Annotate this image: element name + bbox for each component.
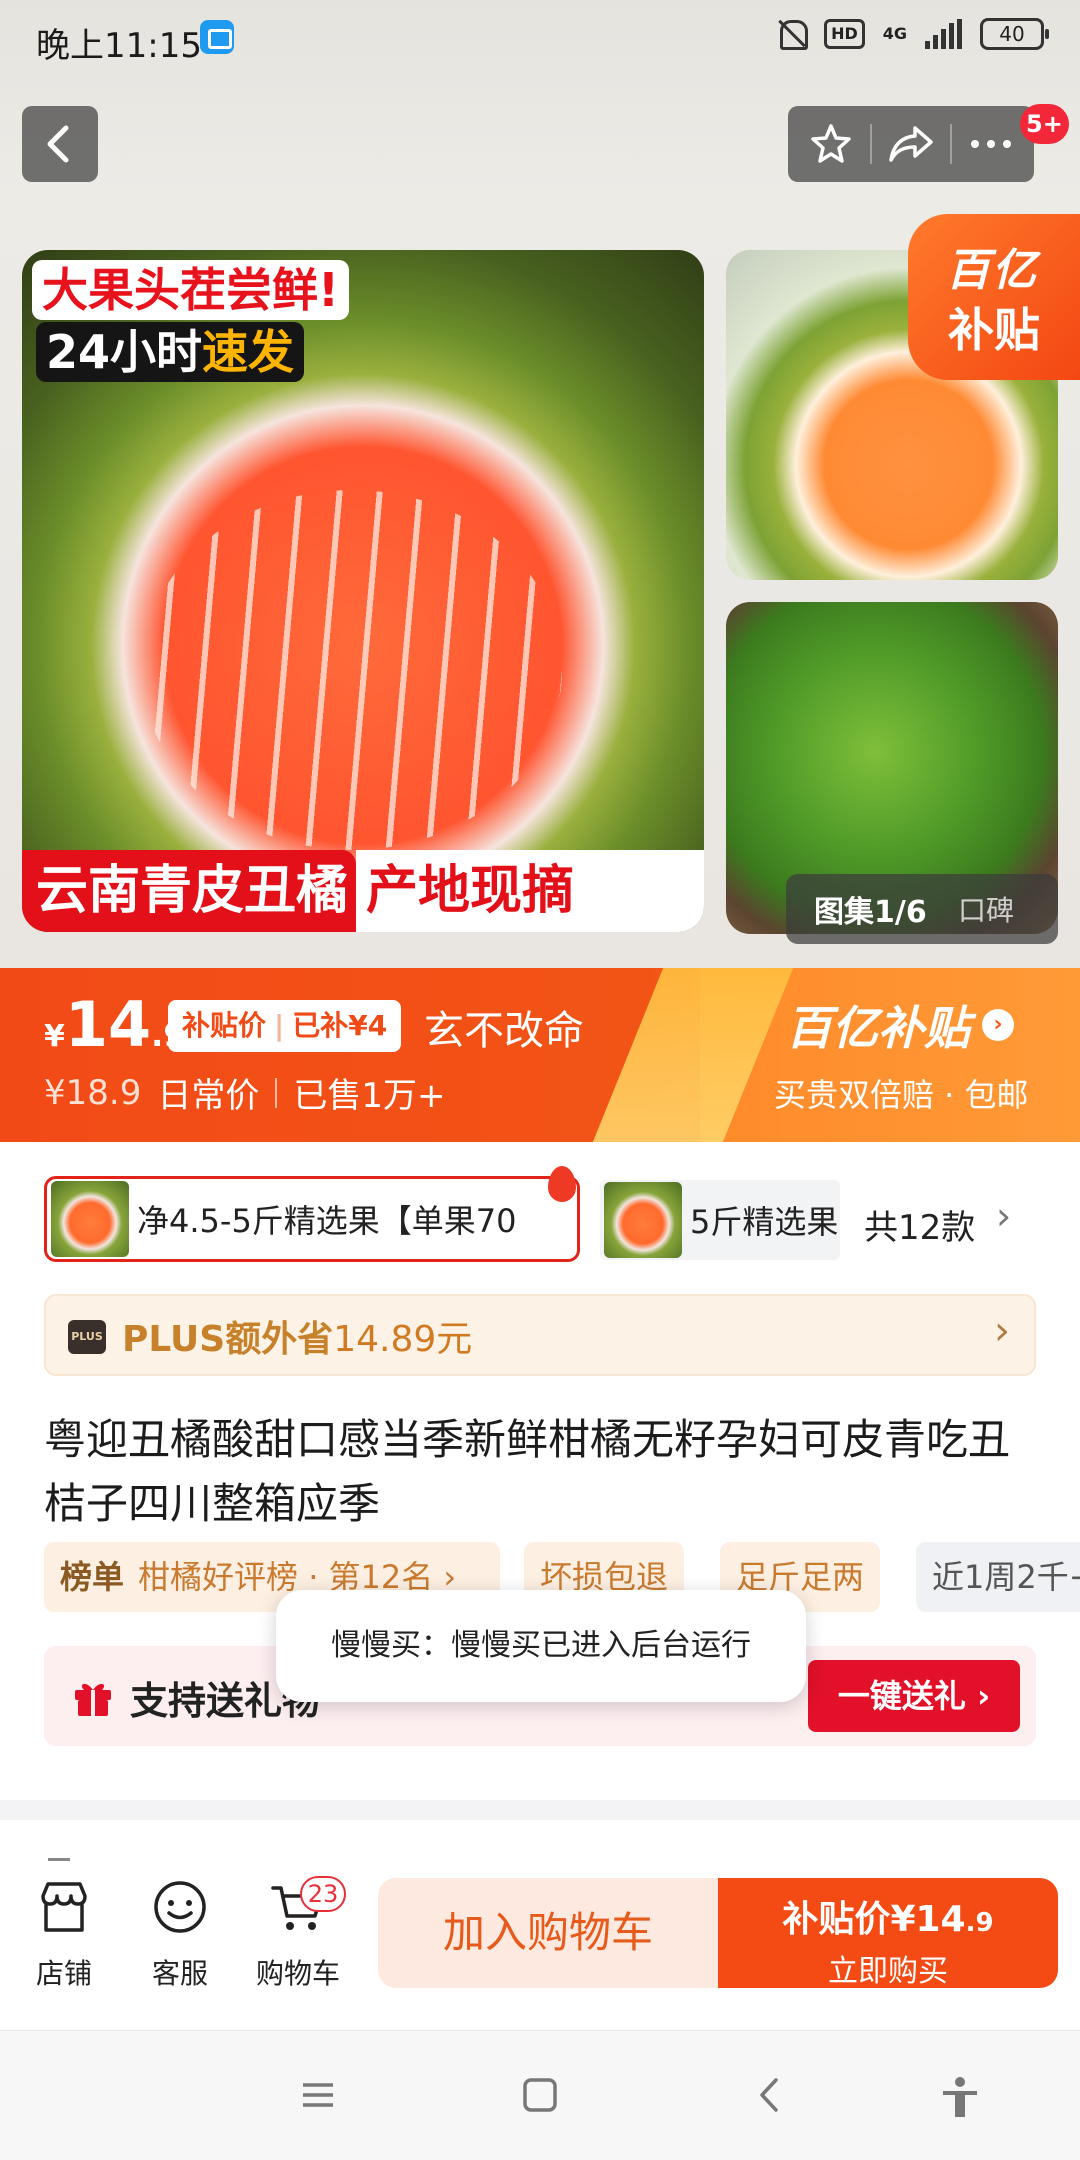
- bottom-action-bar: 店铺 客服 购物车 23 加入购物车 补贴价¥14.9 立即购买: [0, 1846, 1080, 2030]
- divider: [949, 124, 952, 164]
- hd-icon: HD: [824, 19, 865, 49]
- promo-tag-fresh: 大果头茬尝鲜!: [32, 260, 349, 320]
- network-type: 4G: [882, 24, 907, 43]
- banner-origin: 云南青皮丑橘: [22, 850, 357, 932]
- service-tab[interactable]: 客服: [130, 1878, 230, 1992]
- variant-label: 5斤精选果: [690, 1203, 839, 1241]
- delivery-hours: 24小时: [46, 325, 203, 379]
- price-meta: ¥18.9 日常价 已售1万+: [44, 1068, 445, 1117]
- buy-price: 补贴价¥14.9: [782, 1899, 994, 1940]
- buy-now-label: 立即购买: [828, 1954, 948, 1989]
- shop-label: 店铺: [35, 1957, 92, 1990]
- toast-message: 慢慢买：慢慢买已进入后台运行: [276, 1590, 806, 1702]
- back-arrow-icon: [47, 125, 69, 163]
- shop-icon: [41, 1882, 87, 1932]
- delivery-fast: 速发: [202, 325, 295, 379]
- back-icon[interactable]: [754, 2077, 784, 2113]
- hot-flame-icon: [548, 1166, 576, 1202]
- banner-picked: 产地现摘: [356, 850, 704, 932]
- section-divider: [0, 1800, 1080, 1820]
- gallery-pill[interactable]: 图集1/6 口碑: [786, 874, 1058, 944]
- back-button[interactable]: [22, 106, 98, 182]
- message-badge: 5+: [1020, 104, 1069, 144]
- plus-icon: PLUS: [68, 1320, 106, 1354]
- cart-count-badge: 23: [300, 1876, 346, 1912]
- original-price-label: 日常价: [157, 1076, 260, 1116]
- home-icon[interactable]: [522, 2077, 558, 2113]
- status-bar: 晚上11:15 HD 4G 40: [0, 0, 1080, 80]
- variant-selected[interactable]: 净4.5-5斤精选果【单果70: [44, 1176, 580, 1262]
- battery-icon: 40: [980, 18, 1049, 50]
- corner-line1: 百亿: [946, 245, 1038, 296]
- variant-thumb: [604, 1182, 682, 1258]
- price-band: ¥14.9 补贴价|已补¥4 玄不改命 ¥18.9 日常价 已售1万+ 百亿补贴…: [0, 968, 1080, 1142]
- variant-option[interactable]: 5斤精选果: [600, 1180, 840, 1260]
- product-title: 粤迎丑橘酸甜口感当季新鲜柑橘无籽孕妇可皮青吃丑桔子四川整箱应季: [44, 1415, 1011, 1528]
- image-banner: 云南青皮丑橘 产地现摘: [22, 850, 704, 932]
- subsidy-price-tag: 补贴价 | 已补¥4: [168, 1000, 402, 1052]
- favorite-star-icon[interactable]: [803, 116, 859, 172]
- customer-service-icon: [154, 1881, 206, 1933]
- variant-label: 净4.5-5斤精选果【单果70: [137, 1202, 517, 1240]
- plus-savings-text: PLUS额外省14.89元: [122, 1319, 473, 1360]
- buy-now-button[interactable]: 补贴价¥14.9 立即购买: [718, 1878, 1058, 1989]
- app-notification-icon: [200, 20, 234, 54]
- fruit-segments: [142, 490, 562, 850]
- service-label: 客服: [151, 1957, 208, 1990]
- gallery-count[interactable]: 图集1/6: [786, 887, 946, 931]
- sold-count: 已售1万+: [293, 1076, 446, 1116]
- plus-savings-bar[interactable]: PLUS PLUS额外省14.89元 ›: [44, 1294, 1036, 1376]
- promo-tag-delivery: 24小时速发: [36, 322, 305, 382]
- send-gift-button[interactable]: 一键送礼 ›: [808, 1660, 1020, 1732]
- share-icon[interactable]: [883, 116, 939, 172]
- variant-thumb: [51, 1181, 129, 1257]
- price-slogan: 玄不改命: [424, 1008, 584, 1054]
- sales-tag: 近1周2千+: [916, 1542, 1080, 1612]
- add-to-cart-button[interactable]: 加入购物车: [378, 1878, 718, 1988]
- current-price: ¥14.9: [44, 988, 186, 1061]
- mute-bell-icon: [776, 18, 809, 50]
- shop-tab[interactable]: 店铺: [14, 1878, 114, 1992]
- product-main-image[interactable]: 大果头茬尝鲜! 24小时速发 云南青皮丑橘 产地现摘: [22, 250, 704, 932]
- divider: [870, 124, 873, 164]
- corner-line2: 补贴: [948, 303, 1040, 357]
- chevron-right-icon[interactable]: ›: [996, 1194, 1011, 1238]
- review-tab[interactable]: 口碑: [946, 889, 1014, 929]
- subsidy-brand-link[interactable]: 百亿补贴 ›: [786, 992, 1014, 1058]
- status-icons: HD 4G 40: [776, 18, 1049, 50]
- gift-icon: [75, 1683, 111, 1716]
- variant-selector: 净4.5-5斤精选果【单果70 5斤精选果 共12款 ›: [0, 1166, 1080, 1270]
- status-time: 晚上11:15: [36, 26, 202, 66]
- hero-area: 晚上11:15 HD 4G 40 5+ 大果头茬尝鲜! 24小时速发 云南青皮丑…: [0, 0, 1080, 970]
- cart-label: 购物车: [255, 1957, 340, 1990]
- top-actions: [788, 106, 1034, 182]
- signal-icon: [925, 19, 962, 49]
- system-navigation: [0, 2030, 1080, 2160]
- subsidy-corner-badge: 百亿 补贴: [908, 214, 1080, 380]
- brand-guarantee: 买贵双倍赔 · 包邮: [774, 1076, 1029, 1114]
- chevron-right-icon: ›: [994, 1308, 1010, 1354]
- menu-icon[interactable]: [300, 2077, 336, 2113]
- accessibility-icon[interactable]: [940, 2077, 980, 2119]
- variant-count[interactable]: 共12款: [864, 1200, 975, 1249]
- chevron-right-icon: ›: [982, 1009, 1014, 1041]
- more-icon[interactable]: [963, 116, 1019, 172]
- original-price: ¥18.9: [44, 1072, 142, 1113]
